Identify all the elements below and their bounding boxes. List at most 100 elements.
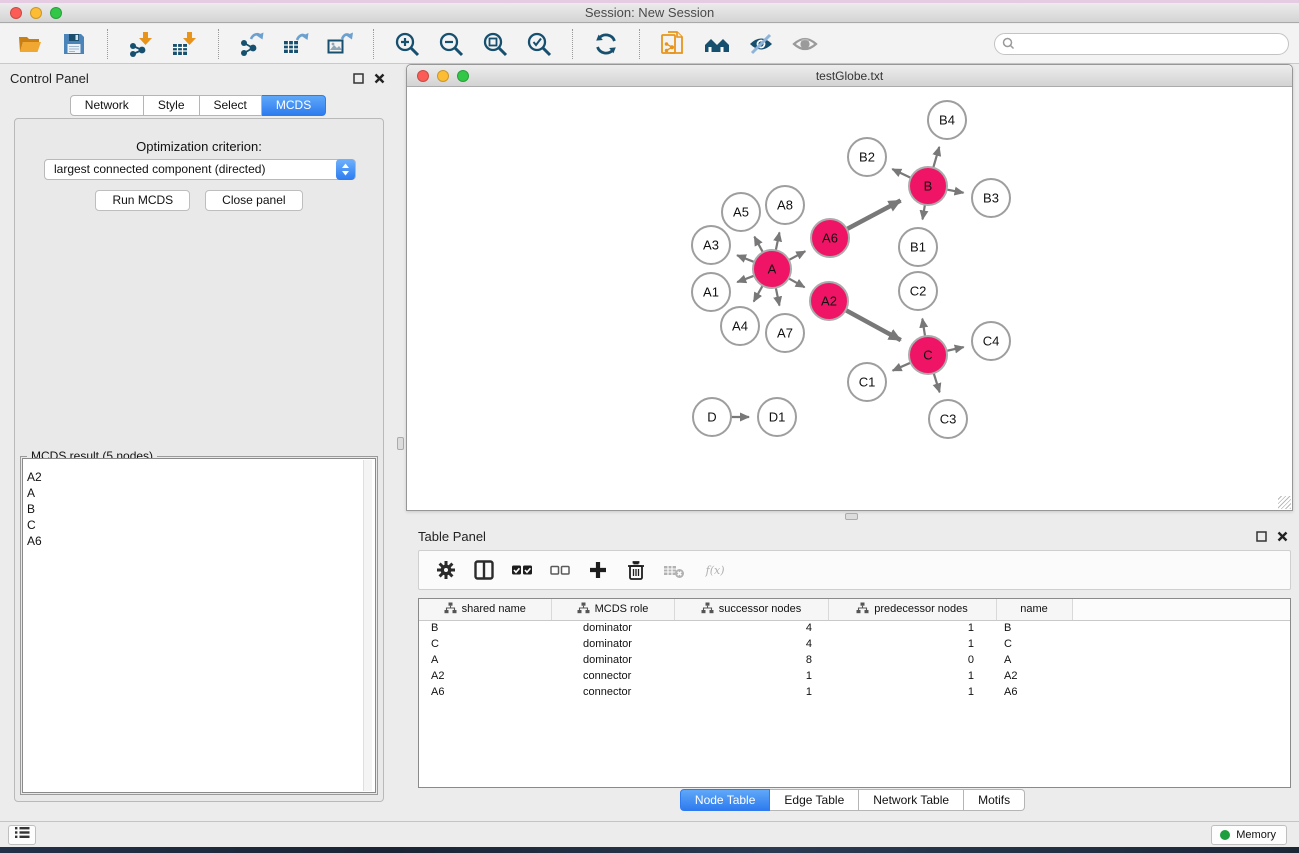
node-B4[interactable]: B4 xyxy=(928,101,966,139)
table-row[interactable]: Adominator80A xyxy=(419,652,1290,668)
cell[interactable]: connector xyxy=(551,684,674,700)
node-C4[interactable]: C4 xyxy=(972,322,1010,360)
node-D[interactable]: D xyxy=(693,398,731,436)
export-table-icon[interactable] xyxy=(281,29,311,59)
edge-B-B3[interactable] xyxy=(947,190,964,193)
zoom-fit-icon[interactable] xyxy=(480,29,510,59)
float-table-panel-icon[interactable] xyxy=(1255,530,1268,543)
cell[interactable]: A2 xyxy=(996,668,1072,684)
node-A7[interactable]: A7 xyxy=(766,314,804,352)
node-C[interactable]: C xyxy=(909,336,947,374)
select-all-icon[interactable] xyxy=(509,557,535,583)
hide-graphics-details-icon[interactable] xyxy=(746,29,776,59)
table-settings-icon[interactable] xyxy=(433,557,459,583)
node-B1[interactable]: B1 xyxy=(899,228,937,266)
search-input[interactable] xyxy=(994,33,1289,55)
result-item[interactable]: C xyxy=(23,517,375,533)
memory-button[interactable]: Memory xyxy=(1211,825,1287,845)
open-session-icon[interactable] xyxy=(15,29,45,59)
close-panel-button[interactable]: Close panel xyxy=(205,190,302,211)
cell[interactable]: 1 xyxy=(828,636,996,652)
result-item[interactable]: A2 xyxy=(23,469,375,485)
edge-A-A7[interactable] xyxy=(776,288,780,306)
node-D1[interactable]: D1 xyxy=(758,398,796,436)
result-item[interactable]: B xyxy=(23,501,375,517)
cell[interactable]: B xyxy=(419,620,551,636)
node-A5[interactable]: A5 xyxy=(722,193,760,231)
edge-A-A1[interactable] xyxy=(737,276,754,282)
tab-network[interactable]: Network xyxy=(70,95,144,116)
task-history-button[interactable] xyxy=(8,825,36,845)
node-A4[interactable]: A4 xyxy=(721,307,759,345)
network-from-file-icon[interactable] xyxy=(658,29,688,59)
edge-C-C2[interactable] xyxy=(922,319,925,337)
cell[interactable]: 1 xyxy=(674,684,828,700)
export-network-icon[interactable] xyxy=(237,29,267,59)
edge-C-C3[interactable] xyxy=(934,373,940,392)
float-panel-icon[interactable] xyxy=(352,72,365,85)
node-A3[interactable]: A3 xyxy=(692,226,730,264)
vertical-splitter-handle[interactable] xyxy=(397,437,404,450)
node-A[interactable]: A xyxy=(753,250,791,288)
cell[interactable]: A6 xyxy=(419,684,551,700)
edge-A-A6[interactable] xyxy=(789,251,806,260)
table-row[interactable]: A2connector11A2 xyxy=(419,668,1290,684)
edge-B-B2[interactable] xyxy=(892,169,911,178)
table-row[interactable]: Bdominator41B xyxy=(419,620,1290,636)
result-item[interactable]: A6 xyxy=(23,533,375,549)
cell[interactable]: A2 xyxy=(419,668,551,684)
cell[interactable]: C xyxy=(996,636,1072,652)
node-C2[interactable]: C2 xyxy=(899,272,937,310)
cell[interactable]: B xyxy=(996,620,1072,636)
column-header-name[interactable]: name xyxy=(996,599,1072,620)
node-C1[interactable]: C1 xyxy=(848,363,886,401)
edge-C-C1[interactable] xyxy=(893,363,911,371)
edge-B-B4[interactable] xyxy=(933,147,939,168)
tab-select[interactable]: Select xyxy=(200,95,262,116)
add-row-icon[interactable] xyxy=(585,557,611,583)
result-scrollbar[interactable] xyxy=(363,460,372,791)
cell[interactable]: dominator xyxy=(551,636,674,652)
tab-node-table[interactable]: Node Table xyxy=(680,789,771,811)
column-header-shared-name[interactable]: shared name xyxy=(419,599,551,620)
network-window-titlebar[interactable]: testGlobe.txt xyxy=(407,65,1292,87)
edge-A-A5[interactable] xyxy=(754,237,763,253)
tab-mcds[interactable]: MCDS xyxy=(262,95,326,116)
cell[interactable]: A6 xyxy=(996,684,1072,700)
show-graphics-details-icon[interactable] xyxy=(790,29,820,59)
window-resize-grip[interactable] xyxy=(1278,496,1291,509)
edge-A-A2[interactable] xyxy=(789,278,805,287)
cell[interactable]: A xyxy=(996,652,1072,668)
edge-A6-B[interactable] xyxy=(847,201,901,230)
delete-row-icon[interactable] xyxy=(623,557,649,583)
tab-style[interactable]: Style xyxy=(144,95,200,116)
cell[interactable]: dominator xyxy=(551,620,674,636)
cell[interactable]: A xyxy=(419,652,551,668)
horizontal-splitter-handle[interactable] xyxy=(845,513,858,520)
unselect-all-icon[interactable] xyxy=(547,557,573,583)
cell[interactable]: C xyxy=(419,636,551,652)
table-row[interactable]: Cdominator41C xyxy=(419,636,1290,652)
cell[interactable]: 1 xyxy=(828,620,996,636)
edge-A-A8[interactable] xyxy=(776,232,780,250)
edge-A-A4[interactable] xyxy=(754,286,763,302)
cell[interactable]: 1 xyxy=(828,668,996,684)
import-table-icon[interactable] xyxy=(170,29,200,59)
node-A2[interactable]: A2 xyxy=(810,282,848,320)
cell[interactable]: 8 xyxy=(674,652,828,668)
node-B2[interactable]: B2 xyxy=(848,138,886,176)
edge-A2-C[interactable] xyxy=(846,310,901,340)
edge-C-C4[interactable] xyxy=(947,347,964,351)
cell[interactable]: 0 xyxy=(828,652,996,668)
edge-A-A3[interactable] xyxy=(737,255,754,262)
refresh-icon[interactable] xyxy=(591,29,621,59)
network-canvas[interactable]: AA1A3A4A5A7A8A6A2BB1B2B3B4CC1C2C3C4DD1 xyxy=(407,87,1292,510)
cell[interactable]: connector xyxy=(551,668,674,684)
tab-network-table[interactable]: Network Table xyxy=(859,789,964,811)
tab-motifs[interactable]: Motifs xyxy=(964,789,1025,811)
node-A1[interactable]: A1 xyxy=(692,273,730,311)
column-header-predecessor-nodes[interactable]: predecessor nodes xyxy=(828,599,996,620)
save-session-icon[interactable] xyxy=(59,29,89,59)
cell[interactable]: 4 xyxy=(674,620,828,636)
show-columns-icon[interactable] xyxy=(471,557,497,583)
